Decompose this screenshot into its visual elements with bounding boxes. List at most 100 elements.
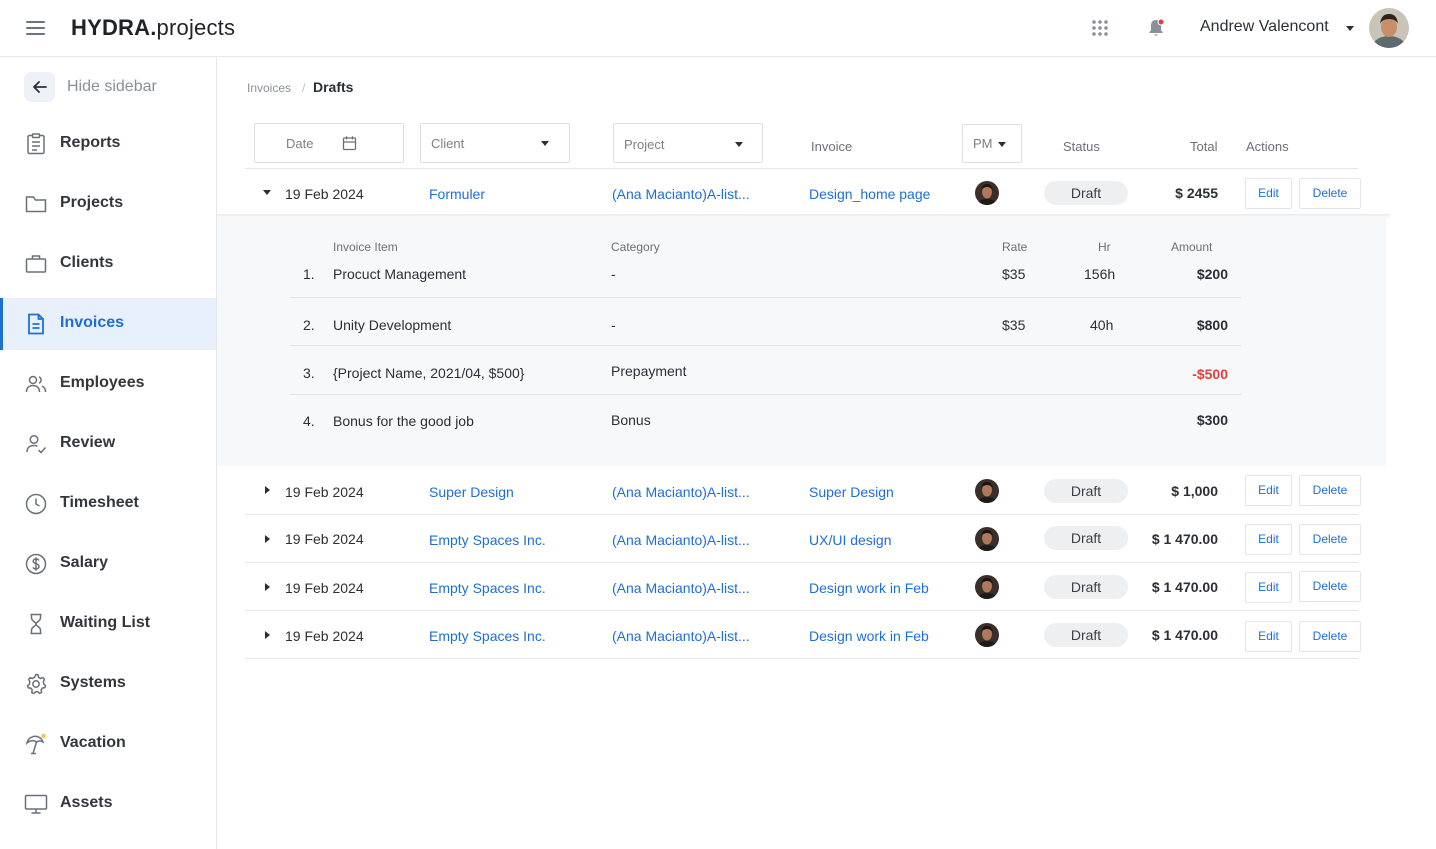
actions-column-header: Actions — [1246, 139, 1289, 154]
pm-avatar[interactable] — [975, 181, 999, 205]
collapse-icon[interactable] — [263, 190, 271, 195]
row-project-link[interactable]: (Ana Macianto)A-list... — [612, 580, 750, 596]
date-filter[interactable]: Date — [254, 123, 404, 163]
sidebar: Hide sidebar Reports Projects Clients In… — [0, 57, 217, 849]
sidebar-item-clients[interactable]: Clients — [0, 238, 216, 290]
sidebar-item-vacation[interactable]: Vacation — [0, 718, 216, 770]
details-divider — [290, 297, 1241, 298]
row-total: $ 1 470.00 — [1151, 531, 1218, 547]
pm-avatar[interactable] — [975, 623, 999, 647]
row-divider — [245, 514, 1358, 515]
details-divider — [290, 394, 1241, 395]
details-amount-header: Amount — [1171, 240, 1213, 254]
sidebar-item-projects[interactable]: Projects — [0, 178, 216, 230]
pm-avatar[interactable] — [975, 527, 999, 551]
bell-icon[interactable] — [1146, 17, 1166, 39]
menu-icon[interactable] — [26, 20, 46, 36]
sidebar-item-label: Timesheet — [60, 494, 139, 511]
edit-button[interactable]: Edit — [1245, 572, 1292, 603]
expand-icon[interactable] — [265, 583, 270, 591]
row-client-link[interactable]: Empty Spaces Inc. — [429, 628, 546, 644]
sidebar-item-timesheet[interactable]: Timesheet — [0, 478, 216, 530]
row-invoice-link[interactable]: Design work in Feb — [809, 580, 929, 596]
edit-button[interactable]: Edit — [1245, 524, 1292, 555]
pm-avatar[interactable] — [975, 575, 999, 599]
client-filter[interactable]: Client — [420, 123, 570, 163]
pm-filter[interactable]: PM — [962, 124, 1022, 163]
row-date: 19 Feb 2024 — [285, 484, 364, 500]
delete-button[interactable]: Delete — [1299, 178, 1361, 209]
details-item-name: {Project Name, 2021/04, $500} — [333, 365, 525, 381]
chevron-down-icon — [998, 142, 1006, 147]
breadcrumb-invoices[interactable]: Invoices — [247, 81, 291, 95]
sidebar-item-review[interactable]: Review — [0, 418, 216, 470]
sidebar-item-invoices[interactable]: Invoices — [0, 298, 216, 350]
total-column-header: Total — [1190, 139, 1218, 154]
chevron-down-icon[interactable] — [1346, 26, 1354, 31]
user-name[interactable]: Andrew Valencont — [1200, 18, 1329, 36]
sidebar-item-assets[interactable]: Assets — [0, 778, 216, 830]
sidebar-item-label: Clients — [60, 254, 114, 271]
report-icon — [27, 133, 45, 155]
hide-sidebar-label[interactable]: Hide sidebar — [67, 78, 157, 96]
sidebar-item-label: Waiting List — [60, 614, 151, 631]
details-category-header: Category — [611, 240, 660, 254]
row-project-link[interactable]: (Ana Macianto)A-list... — [612, 484, 750, 500]
delete-button[interactable]: Delete — [1299, 571, 1361, 602]
sidebar-item-label: Vacation — [60, 734, 126, 751]
sidebar-item-waiting-list[interactable]: Waiting List — [0, 598, 216, 650]
sidebar-item-salary[interactable]: Salary — [0, 538, 216, 590]
details-item-amount: $800 — [1196, 317, 1228, 333]
delete-button[interactable]: Delete — [1299, 475, 1361, 506]
row-date: 19 Feb 2024 — [285, 580, 364, 596]
avatar[interactable] — [1369, 8, 1409, 48]
sidebar-item-reports[interactable]: Reports — [0, 118, 216, 170]
folder-icon — [25, 196, 47, 213]
row-project-link[interactable]: (Ana Macianto)A-list... — [612, 628, 750, 644]
row-invoice-link[interactable]: Design_home page — [809, 186, 930, 202]
details-hr-header: Hr — [1098, 240, 1111, 254]
sidebar-item-label: Employees — [60, 374, 145, 391]
row-date: 19 Feb 2024 — [285, 186, 364, 202]
arrow-left-icon — [33, 81, 47, 93]
row-project-link[interactable]: (Ana Macianto)A-list... — [612, 532, 750, 548]
edit-button[interactable]: Edit — [1245, 178, 1292, 209]
details-item-number: 3. — [303, 365, 315, 381]
row-total: $ 1 470.00 — [1151, 579, 1218, 595]
status-badge: Draft — [1044, 479, 1128, 503]
sidebar-item-employees[interactable]: Employees — [0, 358, 216, 410]
sidebar-item-label: Systems — [60, 674, 126, 691]
delete-button[interactable]: Delete — [1299, 524, 1361, 555]
row-client-link[interactable]: Empty Spaces Inc. — [429, 532, 546, 548]
row-invoice-link[interactable]: Super Design — [809, 484, 894, 500]
expand-icon[interactable] — [265, 486, 270, 494]
expand-icon[interactable] — [265, 631, 270, 639]
row-total: $ 1 470.00 — [1151, 627, 1218, 643]
edit-button[interactable]: Edit — [1245, 621, 1292, 652]
row-client-link[interactable]: Empty Spaces Inc. — [429, 580, 546, 596]
hide-sidebar-button[interactable] — [24, 72, 55, 102]
details-rate-header: Rate — [1002, 240, 1028, 254]
expand-icon[interactable] — [265, 535, 270, 543]
invoice-column-header: Invoice — [811, 139, 853, 154]
row-invoice-link[interactable]: Design work in Feb — [809, 628, 929, 644]
calendar-icon — [342, 136, 357, 151]
brand-logo[interactable]: HYDRA.projects — [71, 15, 235, 41]
sidebar-item-systems[interactable]: Systems — [0, 658, 216, 710]
project-filter[interactable]: Project — [613, 123, 763, 163]
hourglass-icon — [30, 613, 42, 635]
details-item-name: Unity Development — [333, 317, 452, 333]
details-item-rate: $35 — [1002, 317, 1026, 333]
delete-button[interactable]: Delete — [1299, 621, 1361, 652]
row-project-link[interactable]: (Ana Macianto)A-list... — [612, 186, 750, 202]
row-total: $ 1,000 — [1171, 483, 1218, 499]
apps-grid-icon[interactable] — [1091, 19, 1109, 37]
row-date: 19 Feb 2024 — [285, 628, 364, 644]
details-item-number: 2. — [303, 317, 315, 333]
date-filter-label: Date — [286, 136, 314, 151]
row-invoice-link[interactable]: UX/UI design — [809, 532, 891, 548]
row-client-link[interactable]: Formuler — [429, 186, 485, 202]
edit-button[interactable]: Edit — [1245, 475, 1292, 506]
row-client-link[interactable]: Super Design — [429, 484, 514, 500]
pm-avatar[interactable] — [975, 479, 999, 503]
